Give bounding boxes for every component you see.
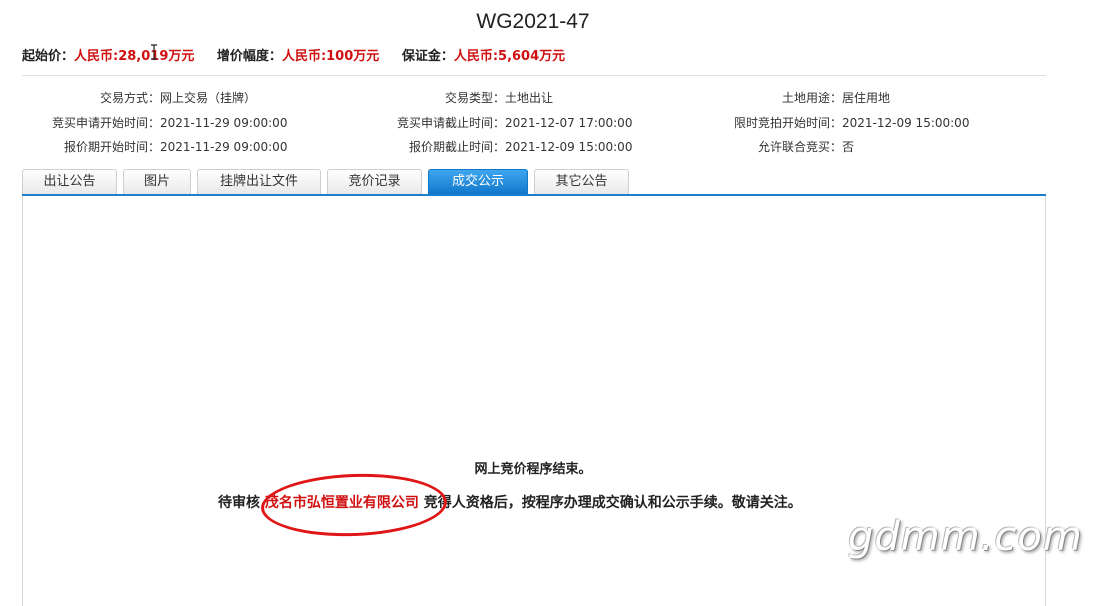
tab-bid-records[interactable]: 竞价记录 [327, 169, 422, 194]
info-joint-bid: 允许联合竞买：否 [700, 138, 854, 155]
page-title: WG2021-47 [476, 10, 590, 33]
start-price-label: 起始价： [22, 49, 75, 64]
info-value: 2021-11-29 09:00:00 [160, 116, 288, 130]
info-value: 2021-11-29 09:00:00 [160, 140, 288, 154]
info-label: 限时竞拍开始时间： [733, 116, 842, 130]
tab-other-notices[interactable]: 其它公告 [534, 169, 629, 194]
price-summary: 起始价：人民币:28,019万元 增价幅度：人民币:100万元 保证金：人民币:… [22, 45, 583, 64]
info-value: 2021-12-09 15:00:00 [505, 140, 633, 154]
notice-suffix: 竞得人资格后，按程序办理成交确认和公示手续。敬请关注。 [423, 495, 802, 511]
info-value: 2021-12-07 17:00:00 [505, 116, 633, 130]
deposit-value: 人民币:5,604万元 [453, 49, 566, 64]
tab-transfer-notice[interactable]: 出让公告 [22, 169, 117, 194]
text-cursor-icon [151, 44, 157, 60]
info-label: 报价期开始时间： [63, 140, 160, 154]
info-label: 交易方式： [99, 91, 160, 105]
auction-ended-message: 网上竞价程序结束。 [474, 462, 592, 477]
notice-prefix: 待审核 [218, 495, 260, 511]
info-timed-bid-start: 限时竞拍开始时间：2021-12-09 15:00:00 [700, 114, 969, 131]
info-value: 居住用地 [842, 91, 891, 105]
info-label: 竞买申请截止时间： [396, 116, 505, 130]
info-value: 否 [842, 140, 855, 154]
tab-images[interactable]: 图片 [123, 169, 191, 194]
info-value: 土地出让 [505, 91, 554, 105]
info-land-use: 土地用途：居住用地 [700, 89, 890, 106]
info-label: 允许联合竞买： [757, 140, 842, 154]
info-label: 交易类型： [444, 91, 505, 105]
increment-value: 人民币:100万元 [281, 49, 380, 64]
info-quote-end: 报价期截止时间：2021-12-09 15:00:00 [360, 138, 632, 155]
info-value: 网上交易（挂牌） [160, 91, 257, 105]
start-price-value: 人民币:28,019万元 [74, 49, 195, 64]
info-label: 土地用途： [781, 91, 842, 105]
info-label: 报价期截止时间： [408, 140, 505, 154]
deposit-label: 保证金： [401, 49, 454, 64]
increment-label: 增价幅度： [216, 49, 282, 64]
info-value: 2021-12-09 15:00:00 [842, 116, 970, 130]
info-transaction-method: 交易方式：网上交易（挂牌） [22, 89, 256, 106]
info-apply-end: 竞买申请截止时间：2021-12-07 17:00:00 [360, 114, 632, 131]
tab-bar: 出让公告 图片 挂牌出让文件 竞价记录 成交公示 其它公告 [22, 169, 629, 195]
tab-deal-announcement[interactable]: 成交公示 [428, 169, 528, 194]
watermark: gdmm.com [848, 514, 1083, 560]
info-quote-start: 报价期开始时间：2021-11-29 09:00:00 [22, 138, 287, 155]
info-label: 竞买申请开始时间： [51, 116, 160, 130]
divider [22, 75, 1046, 76]
info-transaction-type: 交易类型：土地出让 [360, 89, 553, 106]
info-apply-start: 竞买申请开始时间：2021-11-29 09:00:00 [22, 114, 287, 131]
tab-listing-documents[interactable]: 挂牌出让文件 [197, 169, 321, 194]
